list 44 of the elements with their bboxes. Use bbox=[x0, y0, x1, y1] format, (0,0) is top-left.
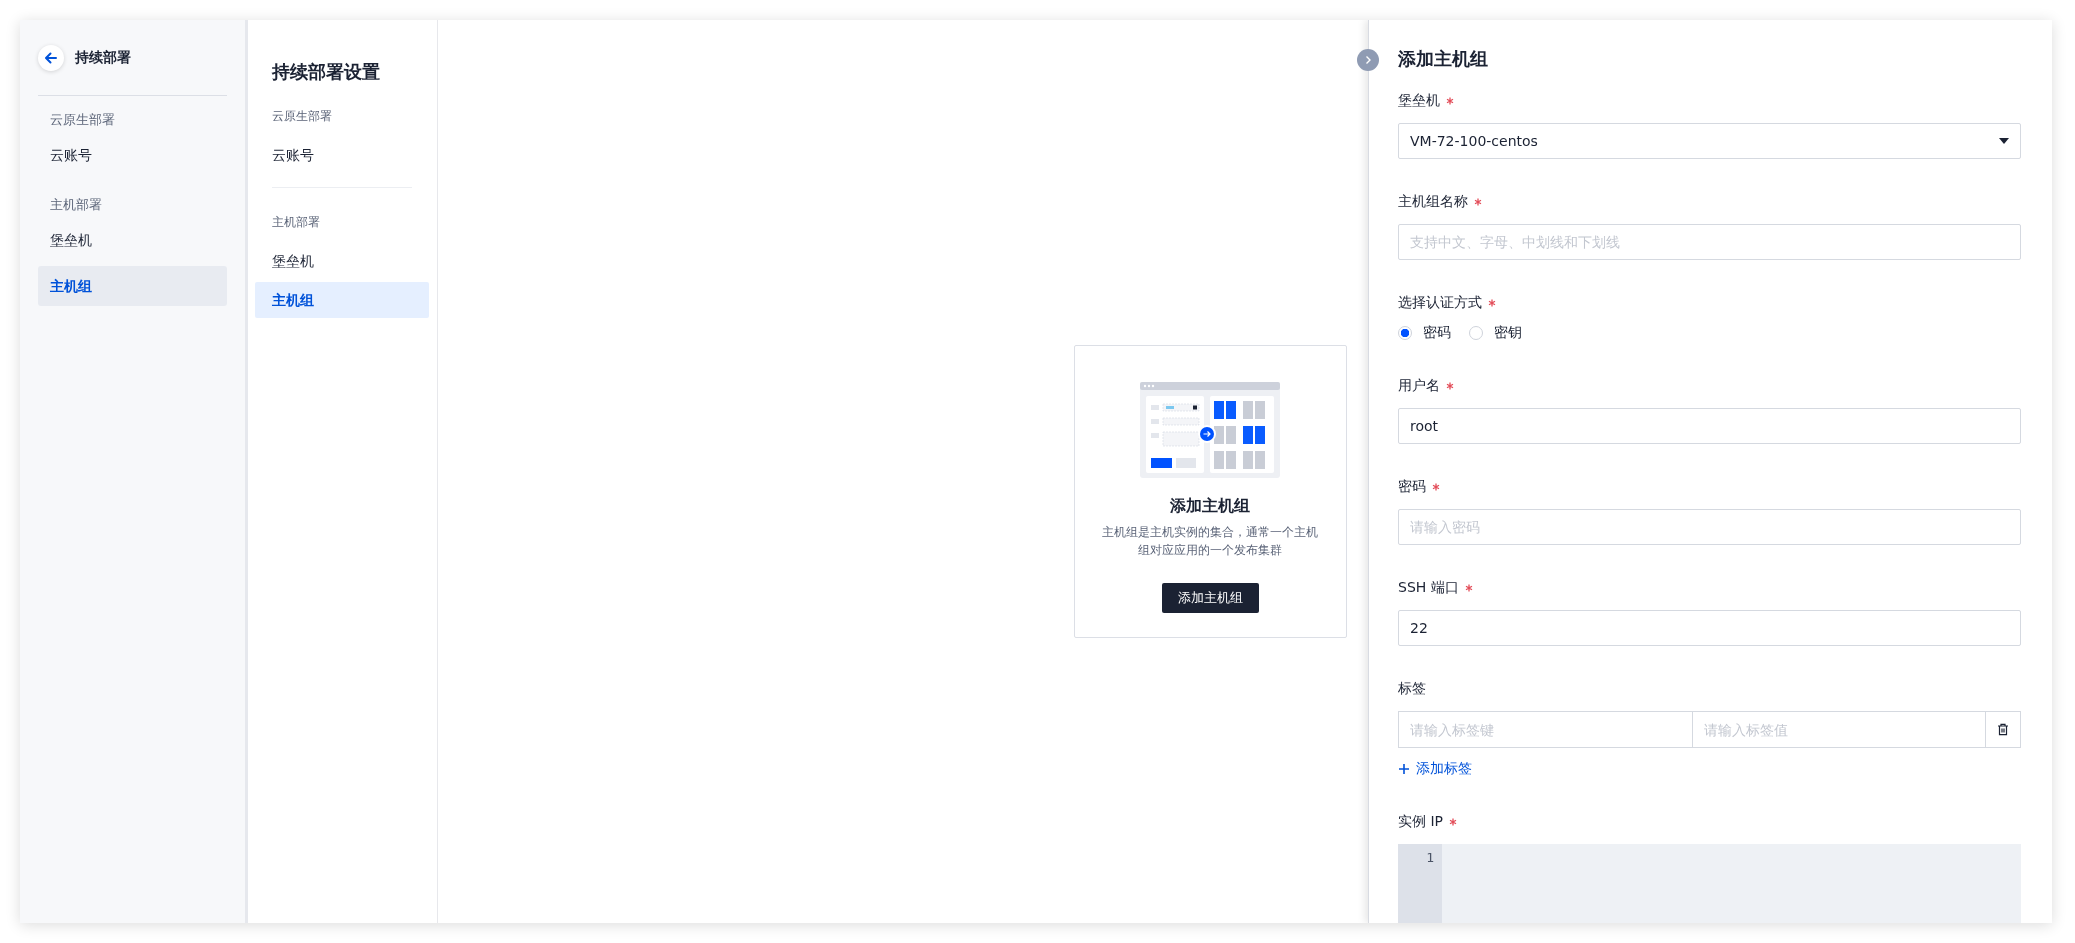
field-label: 标签 bbox=[1398, 680, 1426, 698]
add-host-group-button[interactable]: 添加主机组 bbox=[1161, 583, 1259, 613]
field-label: SSH 端口 bbox=[1398, 579, 1459, 597]
field-label: 堡垒机 bbox=[1398, 92, 1440, 110]
section-heading: 云原生部署 bbox=[49, 111, 116, 129]
input-field[interactable]: 22 bbox=[1398, 610, 2021, 646]
radio-option[interactable]: 密码 bbox=[1398, 324, 1451, 342]
collapse-button[interactable] bbox=[1357, 49, 1379, 71]
settings-title: 持续部署设置 bbox=[271, 60, 381, 84]
field-label: 主机组名称 bbox=[1398, 193, 1468, 211]
field-label: 用户名 bbox=[1398, 377, 1440, 395]
empty-state-description: 主机组是主机实例的集合，通常一个主机组对应应用的一个发布集群 bbox=[1101, 524, 1319, 559]
field-label: 密码 bbox=[1398, 478, 1426, 496]
field-label: 实例 IP bbox=[1398, 813, 1444, 831]
input-field[interactable]: 支持中文、字母、中划线和下划线 bbox=[1398, 224, 2021, 260]
settings-item[interactable]: 主机组 bbox=[255, 282, 429, 318]
sidebar-item[interactable]: 堡垒机 bbox=[38, 220, 227, 260]
drawer-title: 添加主机组 bbox=[1398, 47, 1489, 71]
tag-key-field[interactable]: 请输入标签键 bbox=[1398, 711, 1692, 748]
caret-down-icon bbox=[1999, 138, 2009, 144]
back-button[interactable] bbox=[38, 45, 64, 71]
settings-item[interactable]: 堡垒机 bbox=[255, 243, 429, 279]
empty-state-title: 添加主机组 bbox=[1170, 496, 1250, 517]
section-heading: 云原生部署 bbox=[271, 108, 333, 125]
input-field[interactable]: 请输入密码 bbox=[1398, 509, 2021, 545]
section-heading: 主机部署 bbox=[271, 214, 321, 231]
trash-icon bbox=[1997, 723, 2009, 736]
code-editor[interactable]: 1 bbox=[1398, 844, 2021, 923]
line-number: 1 bbox=[1425, 849, 1435, 865]
radio-option[interactable]: 密钥 bbox=[1469, 324, 1522, 342]
plus-icon bbox=[1398, 763, 1410, 775]
input-field[interactable]: root bbox=[1398, 408, 2021, 444]
delete-button[interactable] bbox=[1985, 711, 2021, 748]
sidebar-item[interactable]: 主机组 bbox=[38, 266, 227, 306]
sidebar-item[interactable]: 云账号 bbox=[38, 135, 227, 175]
tag-value-field[interactable]: 请输入标签值 bbox=[1691, 711, 1985, 748]
back-arrow-icon bbox=[44, 51, 58, 65]
sidebar-title: 持续部署 bbox=[75, 49, 131, 67]
chevron-right-icon bbox=[1364, 55, 1372, 65]
section-heading: 主机部署 bbox=[49, 196, 103, 214]
select-field[interactable]: VM-72-100-centos bbox=[1398, 123, 2021, 159]
add-tag-link[interactable]: 添加标签 bbox=[1398, 760, 1472, 778]
field-label: 选择认证方式 bbox=[1398, 294, 1482, 312]
settings-item[interactable]: 云账号 bbox=[255, 137, 429, 173]
